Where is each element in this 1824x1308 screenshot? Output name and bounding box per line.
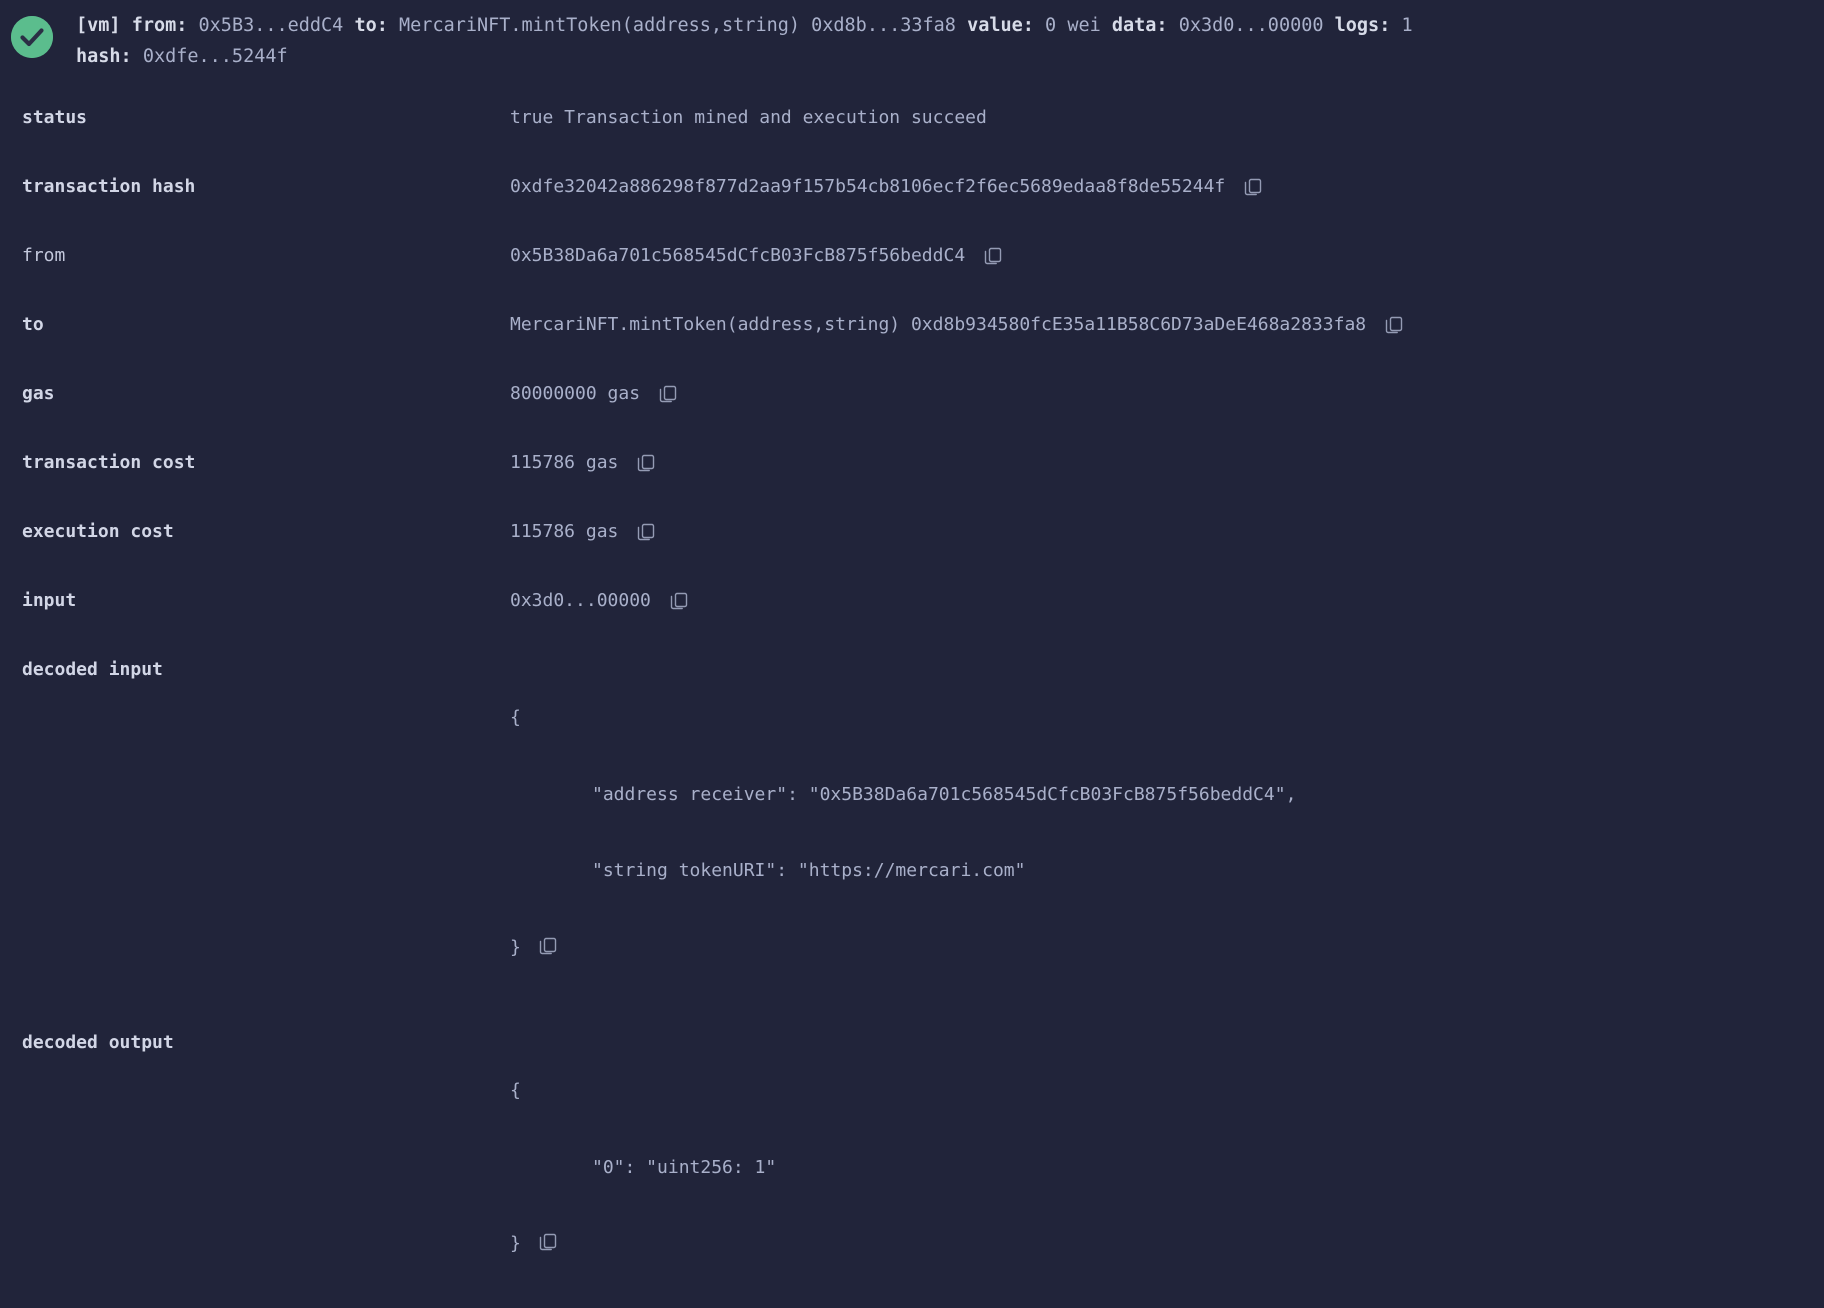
copy-icon[interactable] xyxy=(1242,176,1264,198)
summary-segment-8: 0x3d0...00000 xyxy=(1178,15,1335,36)
row-value-text: 0x3d0...00000 xyxy=(510,590,651,611)
row-from: from 0x5B38Da6a701c568545dCfcB03FcB875f56… xyxy=(0,224,1824,293)
summary-segment-1: 0xdfe...5244f xyxy=(142,46,288,67)
row-value: 0x3d0...00000 xyxy=(510,569,1824,613)
copy-icon[interactable] xyxy=(537,1231,559,1253)
summary-segment-6: 0 wei xyxy=(1045,15,1112,36)
summary-line-1: [vm] from: 0x5B3...eddC4 to: MercariNFT.… xyxy=(76,15,1413,36)
copy-icon[interactable] xyxy=(537,935,559,957)
copy-icon[interactable] xyxy=(668,590,690,612)
row-input: input 0x3d0...00000 xyxy=(0,569,1824,638)
row-value-text: true Transaction mined and execution suc… xyxy=(510,107,987,128)
row-decoded-output: decoded output { "0": "uint256: 1" } xyxy=(0,1011,1824,1308)
row-to: to MercariNFT.mintToken(address,string) 0… xyxy=(0,293,1824,362)
row-value: 80000000 gas xyxy=(510,362,1824,406)
row-value-text: 80000000 gas xyxy=(510,383,641,404)
decoded-output-line-0: "0": "uint256: 1" xyxy=(592,1156,777,1178)
summary-segment-2: 0x5B3...eddC4 xyxy=(198,15,355,36)
decoded-output-close-row: } xyxy=(510,1231,776,1257)
decoded-input-line-1: "string tokenURI": "https://mercari.com" xyxy=(592,860,1026,881)
row-label-decoded-output: decoded output xyxy=(22,1032,174,1053)
decoded-output-json: { "0": "uint256: 1" } xyxy=(510,1027,776,1308)
row-label: gas xyxy=(22,383,55,404)
row-transaction-hash: transaction hash 0xdfe32042a886298f877d2a… xyxy=(0,155,1824,224)
row-label: input xyxy=(22,590,77,611)
copy-icon[interactable] xyxy=(1383,314,1405,336)
summary-segment-3: to: xyxy=(354,15,400,36)
decoded-input-open-brace: { xyxy=(510,707,521,728)
row-value: true Transaction mined and execution suc… xyxy=(510,86,1824,130)
transaction-summary-text: [vm] from: 0x5B3...eddC4 to: MercariNFT.… xyxy=(76,10,1824,72)
copy-icon[interactable] xyxy=(982,245,1004,267)
decoded-output-open-brace: { xyxy=(510,1080,521,1101)
row-value-decoded-output: { "0": "uint256: 1" } xyxy=(510,1011,1824,1308)
row-decoded-input: decoded input { "address receiver": "0x5… xyxy=(0,638,1824,1011)
summary-segment-7: data: xyxy=(1111,15,1179,36)
summary-segment-0: [vm] xyxy=(76,15,132,36)
row-label: from xyxy=(22,245,66,266)
row-gas: gas 80000000 gas xyxy=(0,362,1824,431)
decoded-input-json: { "address receiver": "0x5B38Da6a701c568… xyxy=(510,654,1296,1011)
row-value-text: 115786 gas xyxy=(510,521,619,542)
copy-icon[interactable] xyxy=(657,383,679,405)
summary-segment-4: MercariNFT.mintToken(address,string) 0xd… xyxy=(399,15,968,36)
summary-segment-5: value: xyxy=(967,15,1046,36)
summary-segment-9: logs: xyxy=(1334,15,1402,36)
row-value: MercariNFT.mintToken(address,string) 0xd… xyxy=(510,293,1824,337)
row-label-decoded-input: decoded input xyxy=(22,659,163,680)
row-value-decoded-input: { "address receiver": "0x5B38Da6a701c568… xyxy=(510,638,1824,1011)
row-value: 0xdfe32042a886298f877d2aa9f157b54cb8106e… xyxy=(510,155,1824,199)
summary-line-2: hash: 0xdfe...5244f xyxy=(76,46,288,67)
copy-icon[interactable] xyxy=(635,521,657,543)
row-value-text: 0x5B38Da6a701c568545dCfcB03FcB875f56bedd… xyxy=(510,245,966,266)
row-label: transaction cost xyxy=(22,452,196,473)
row-label: execution cost xyxy=(22,521,174,542)
decoded-output-close-brace: } xyxy=(510,1233,521,1254)
row-value: 115786 gas xyxy=(510,500,1824,544)
row-value-text: MercariNFT.mintToken(address,string) 0xd… xyxy=(510,314,1367,335)
row-value: 115786 gas xyxy=(510,431,1824,475)
decoded-input-close-brace: } xyxy=(510,936,521,958)
copy-icon[interactable] xyxy=(635,452,657,474)
row-value-text: 0xdfe32042a886298f877d2aa9f157b54cb8106e… xyxy=(510,176,1226,197)
summary-segment-1: from: xyxy=(131,15,199,36)
row-label: transaction hash xyxy=(22,176,196,197)
row-status: status true Transaction mined and executi… xyxy=(0,86,1824,155)
summary-segment-10: 1 xyxy=(1401,15,1413,36)
row-value: 0x5B38Da6a701c568545dCfcB03FcB875f56bedd… xyxy=(510,224,1824,268)
decoded-input-line-0: "address receiver": "0x5B38Da6a701c56854… xyxy=(592,783,1297,805)
transaction-summary-header[interactable]: [vm] from: 0x5B3...eddC4 to: MercariNFT.… xyxy=(0,0,1824,78)
summary-segment-0: hash: xyxy=(76,46,143,67)
row-label: to xyxy=(22,314,44,335)
row-transaction-cost: transaction cost 115786 gas xyxy=(0,431,1824,500)
decoded-input-close-row: } xyxy=(510,935,1296,961)
receipt-rows: status true Transaction mined and executi… xyxy=(0,86,1824,638)
row-execution-cost: execution cost 115786 gas xyxy=(0,500,1824,569)
row-value-text: 115786 gas xyxy=(510,452,619,473)
check-circle-icon xyxy=(11,16,53,58)
transaction-receipt-panel: [vm] from: 0x5B3...eddC4 to: MercariNFT.… xyxy=(0,0,1824,1254)
row-label: status xyxy=(22,107,88,128)
